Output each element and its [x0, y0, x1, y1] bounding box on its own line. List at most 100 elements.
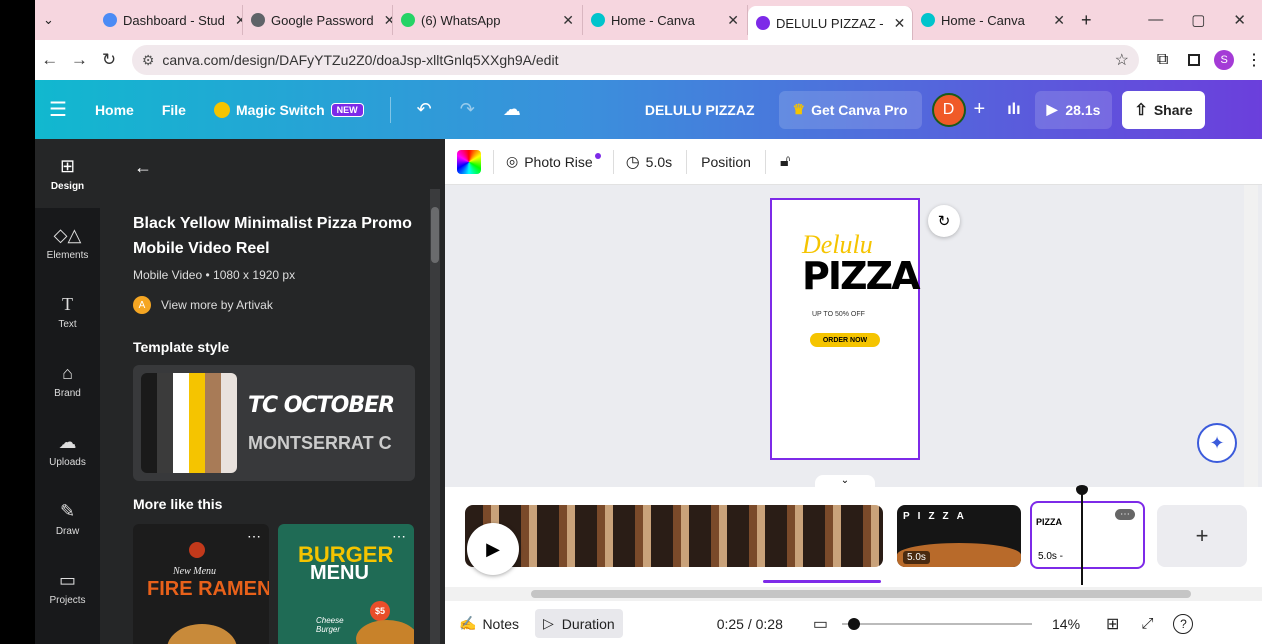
close-icon[interactable]: ✕	[374, 12, 392, 29]
tab-search-button[interactable]: ⌄	[35, 5, 95, 35]
rail-text[interactable]: T Text	[35, 277, 100, 346]
rail-design[interactable]: ⊞ Design	[35, 139, 100, 208]
duration-button[interactable]: ▷ Duration	[535, 609, 623, 638]
thumb-caption: Cheese Burger	[316, 616, 344, 634]
color-picker-button[interactable]	[457, 149, 481, 174]
more-options-icon[interactable]: ⋯	[1115, 509, 1135, 520]
more-options-icon[interactable]: ⋯	[392, 528, 406, 545]
template-thumbnail[interactable]: ⋯ BURGER MENU Cheese Burger $5	[278, 524, 414, 644]
author-link[interactable]: A View more by Artivak	[133, 296, 273, 314]
close-window-icon[interactable]: ✕	[1233, 11, 1246, 29]
redo-icon[interactable]: ↷	[446, 99, 489, 120]
panel-scrollbar-thumb[interactable]	[431, 207, 439, 263]
template-style-card[interactable]: TC OCTOBER MONTSERRAT C	[133, 365, 415, 481]
cloud-save-icon[interactable]: ☁	[489, 99, 535, 120]
lock-icon[interactable]: 🔓︎	[780, 153, 790, 171]
home-button[interactable]: Home	[81, 102, 148, 118]
menu-dots-icon[interactable]: ⋮	[1246, 50, 1262, 70]
insights-icon[interactable]: ılı	[993, 101, 1034, 119]
browser-tab[interactable]: Home - Canva ✕	[913, 5, 1073, 35]
more-options-icon[interactable]: ⋯	[247, 528, 261, 545]
file-menu-button[interactable]: File	[148, 102, 200, 118]
clip-preview-text: PIZZA	[1036, 517, 1062, 527]
canvas-area: Delulu PIZZA UP TO 50% OFF ORDER NOW ↻ ✦…	[445, 185, 1262, 489]
vertical-scrollbar[interactable]	[1244, 185, 1258, 487]
magic-assistant-icon[interactable]: ✦	[1197, 423, 1237, 463]
position-button[interactable]: Position	[701, 154, 751, 170]
clock-icon: ◷	[625, 153, 640, 171]
url-field[interactable]: ⚙ canva.com/design/DAFyYTZu2Z0/doaJsp-xl…	[131, 45, 1139, 75]
browser-tab-active[interactable]: DELULU PIZZAZ - ✕	[748, 6, 913, 40]
browser-tab[interactable]: Home - Canva ✕	[583, 5, 748, 35]
color-palette	[141, 373, 237, 473]
browser-tab[interactable]: Dashboard - Stud✕	[95, 5, 243, 35]
close-icon[interactable]: ✕	[1043, 12, 1065, 29]
timeline-clip-selected[interactable]: PIZZA ⋯ 5.0s -	[1030, 501, 1145, 569]
timing-button[interactable]: ◷ 5.0s	[626, 152, 672, 172]
refresh-comment-icon[interactable]: ↻	[928, 205, 960, 237]
horizontal-scrollbar[interactable]	[445, 587, 1262, 601]
template-thumbnail[interactable]: ⋯ New Menu FIRE RAMEN	[133, 524, 269, 644]
present-button[interactable]: ▶ 28.1s	[1034, 90, 1113, 129]
rail-brand[interactable]: ⌂ Brand	[35, 346, 100, 415]
design-page[interactable]: Delulu PIZZA UP TO 50% OFF ORDER NOW	[770, 198, 921, 460]
reload-icon[interactable]: ↻	[94, 50, 124, 70]
share-button[interactable]: ⇧ Share	[1122, 90, 1205, 129]
restore-icon[interactable]: ▢	[1191, 11, 1205, 29]
close-icon[interactable]: ✕	[717, 12, 739, 29]
add-page-button[interactable]: +	[1157, 505, 1247, 567]
order-now-badge[interactable]: ORDER NOW	[810, 333, 880, 347]
animation-button[interactable]: ◎ Photo Rise	[506, 152, 601, 170]
side-panel-icon[interactable]	[1188, 54, 1201, 66]
screen-edge	[0, 0, 35, 644]
grid-view-icon[interactable]: ⊞	[1106, 614, 1119, 634]
add-collaborator-icon[interactable]: +	[966, 98, 994, 121]
timeline-clip[interactable]: PIZZA 5.0s	[897, 505, 1021, 567]
text-icon: T	[62, 293, 73, 314]
close-icon[interactable]: ✕	[552, 12, 574, 29]
browser-tab[interactable]: Google Password✕	[243, 5, 393, 35]
rail-elements[interactable]: ◇△ Elements	[35, 208, 100, 277]
undo-icon[interactable]: ↶	[403, 99, 446, 120]
get-pro-button[interactable]: ♛ Get Canva Pro	[778, 90, 922, 129]
extensions-icon[interactable]: ⧉	[1157, 51, 1168, 69]
pizza-heading[interactable]: PIZZA	[802, 254, 921, 298]
hamburger-menu-icon[interactable]: ☰	[35, 97, 81, 122]
help-icon[interactable]: ?	[1173, 613, 1194, 634]
design-icon: ⊞	[59, 155, 76, 176]
zoom-slider-knob[interactable]	[848, 617, 861, 630]
design-title[interactable]: DELULU PIZZAZ	[631, 102, 769, 118]
zoom-level[interactable]: 14%	[1052, 616, 1080, 632]
rail-projects[interactable]: ▭ Projects	[35, 553, 100, 622]
playhead[interactable]	[1081, 487, 1083, 585]
forward-icon[interactable]: →	[65, 50, 95, 70]
back-arrow-icon[interactable]: ←	[134, 157, 152, 178]
notes-button[interactable]: ✍ Notes	[459, 615, 519, 632]
notes-icon: ✍	[459, 615, 477, 631]
close-icon[interactable]: ✕	[884, 15, 906, 32]
minimize-icon[interactable]: —	[1148, 11, 1163, 29]
new-tab-button[interactable]: +	[1073, 5, 1100, 35]
footer-bar: ✍ Notes ▷ Duration 0:25 / 0:28 ▭ 14% ⊞ ⤢ ?	[445, 603, 1262, 644]
magic-switch-button[interactable]: Magic Switch NEW	[200, 101, 378, 118]
profile-avatar[interactable]: S	[1214, 50, 1234, 70]
back-icon[interactable]: ←	[35, 50, 65, 70]
site-info-icon[interactable]: ⚙	[142, 52, 155, 69]
playhead-handle-icon[interactable]	[1076, 485, 1088, 495]
offer-text[interactable]: UP TO 50% OFF	[812, 311, 865, 318]
timeline-clip[interactable]	[465, 505, 883, 567]
star-icon[interactable]: ☆	[1115, 50, 1129, 70]
browser-tab[interactable]: (6) WhatsApp ✕	[393, 5, 583, 35]
rail-draw[interactable]: ✎ Draw	[35, 484, 100, 553]
close-icon[interactable]: ✕	[225, 12, 242, 29]
timeline-area: ▶ PIZZA 5.0s PIZZA ⋯ 5.0s - + ✍ Notes ▷ Du…	[445, 485, 1262, 644]
zoom-slider[interactable]	[842, 617, 1033, 630]
share-icon: ⇧	[1134, 101, 1148, 119]
horizontal-scrollbar-thumb[interactable]	[531, 590, 1191, 598]
play-button[interactable]: ▶	[467, 523, 519, 575]
user-avatar[interactable]: D	[931, 92, 966, 127]
rail-uploads[interactable]: ☁ Uploads	[35, 415, 100, 484]
clip-duration: 5.0s	[903, 551, 930, 564]
page-view-icon[interactable]: ▭	[813, 614, 828, 634]
fullscreen-icon[interactable]: ⤢	[1141, 615, 1153, 632]
